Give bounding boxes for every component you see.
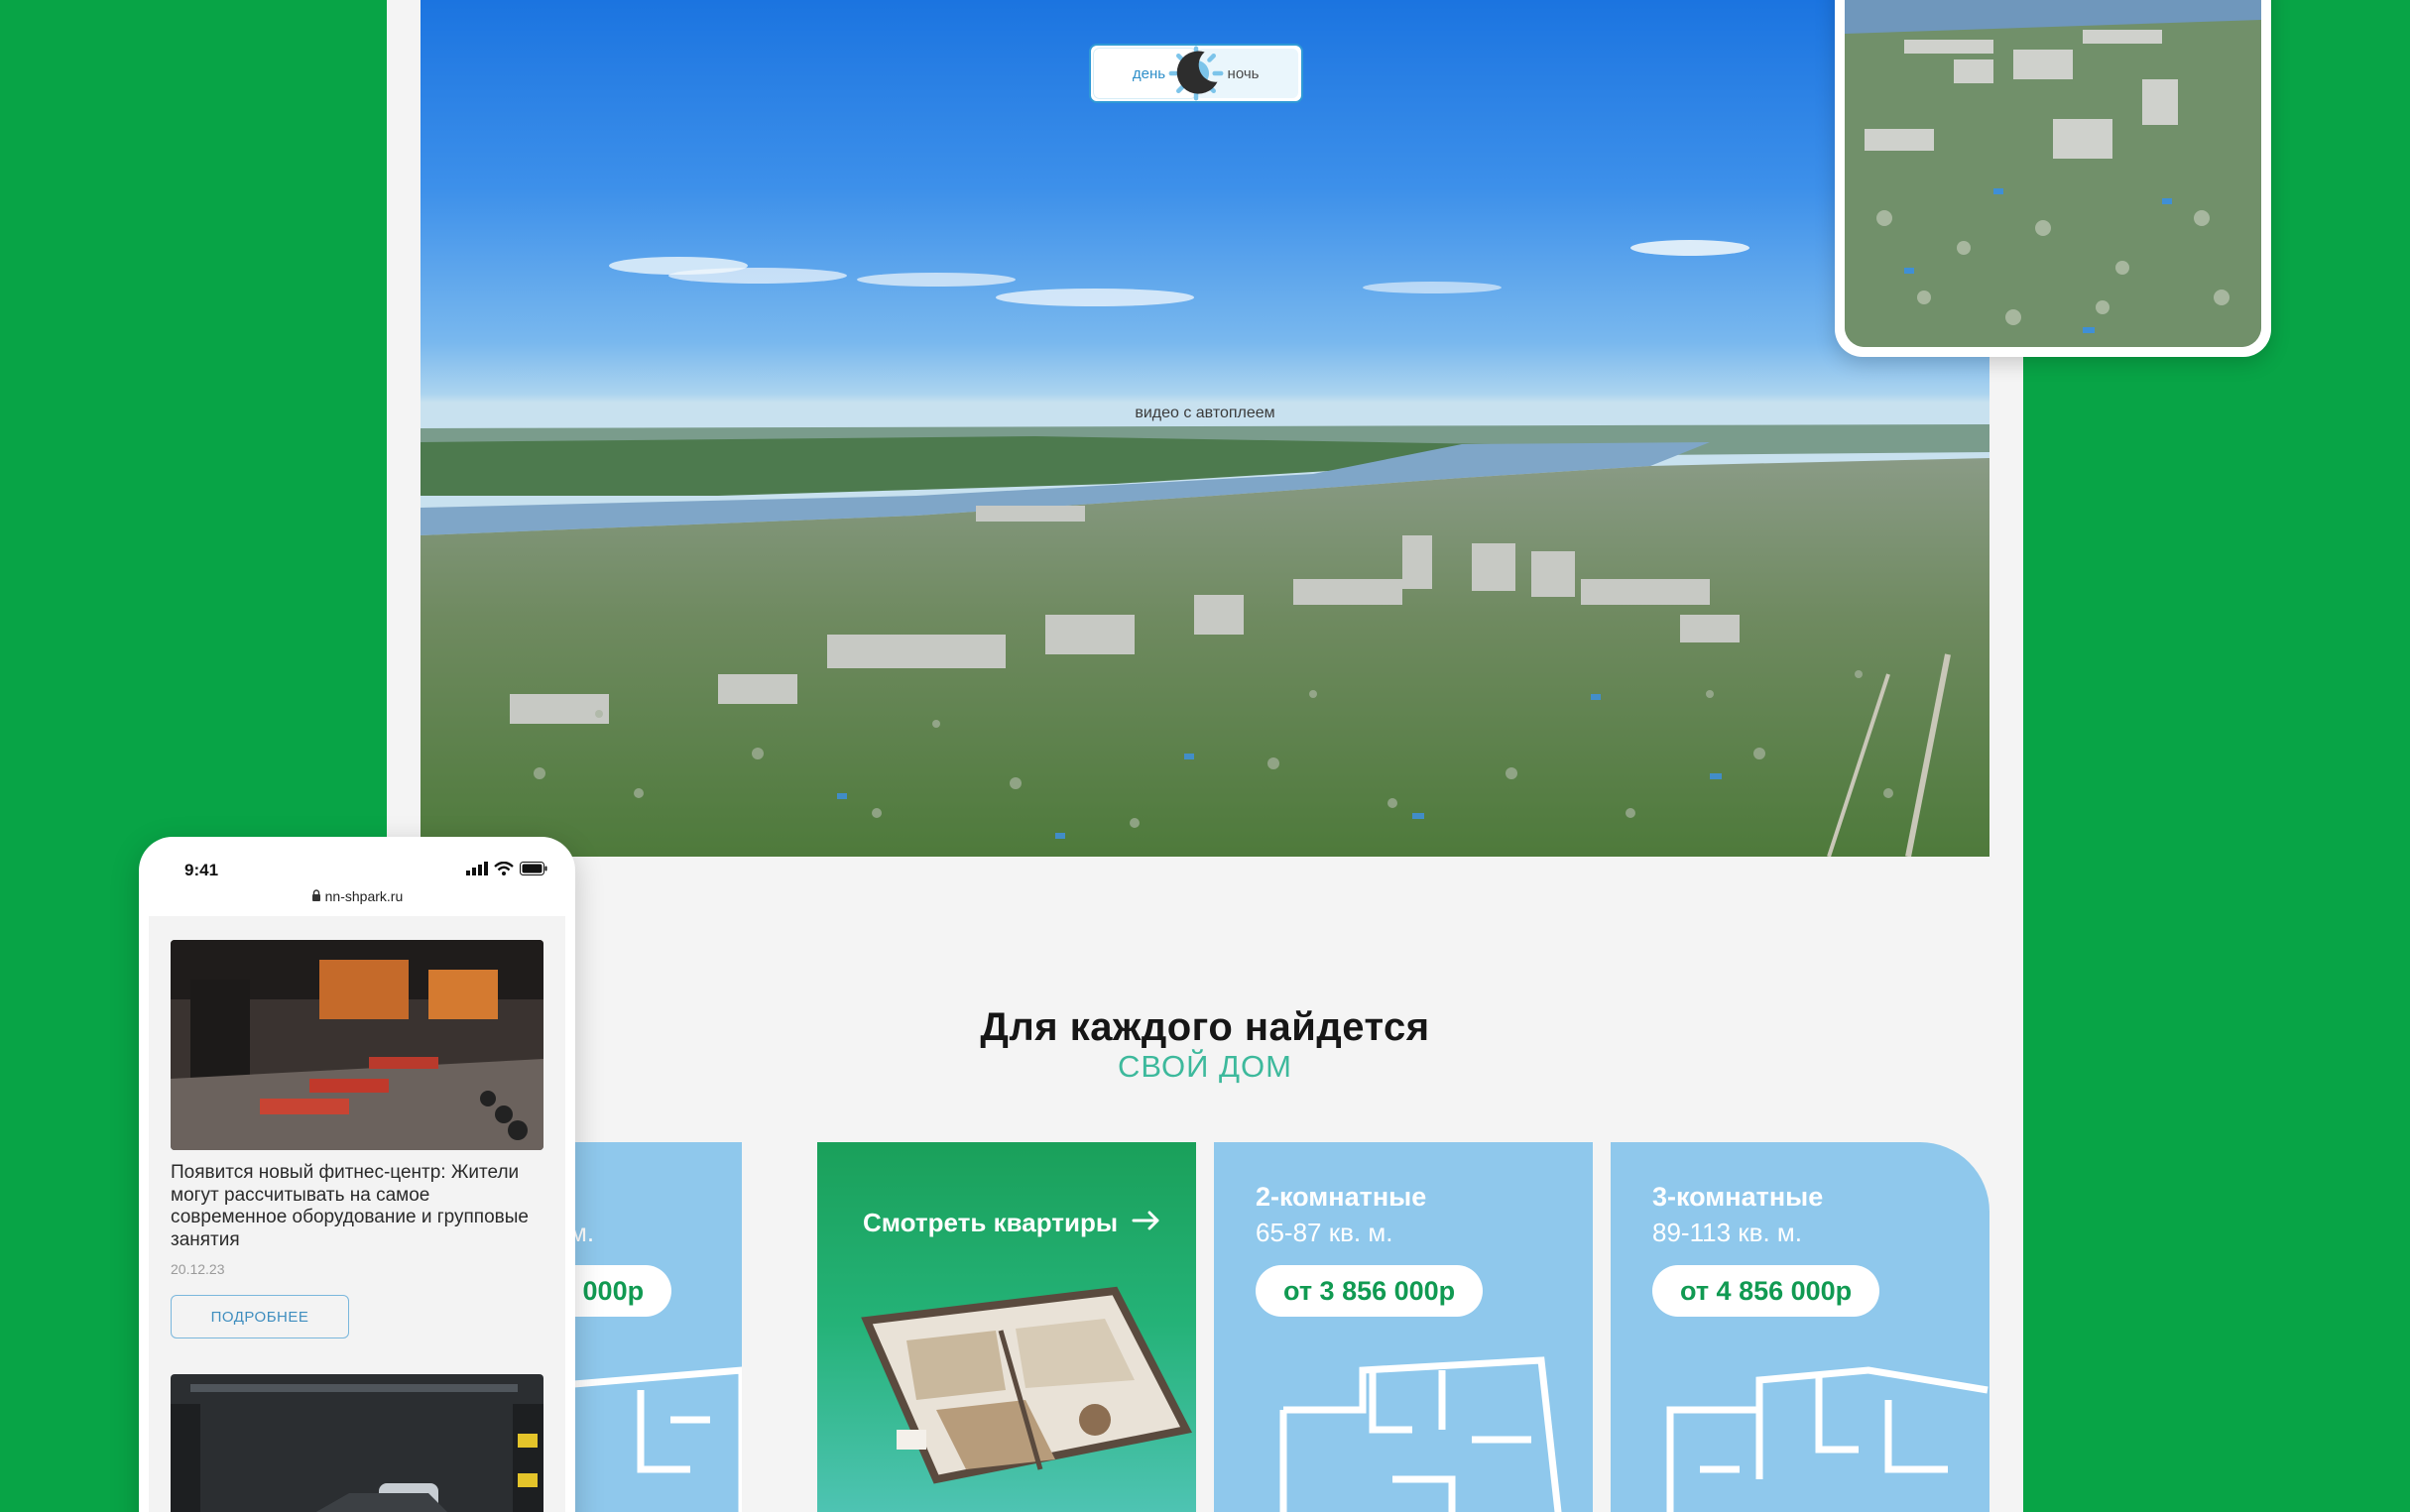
apartment-3d-plan-image [861,1286,1192,1484]
view-apartments-label: Смотреть квартиры [863,1208,1119,1237]
status-bar: 9:41 [184,861,547,882]
more-button[interactable]: ПОДРОБНЕЕ [171,1295,349,1338]
night-option[interactable]: ночь [1176,49,1298,98]
card-area: 65-87 кв. м. [1256,1218,1393,1247]
news-title[interactable]: Появится новый фитнес-центр: Жители могу… [171,1162,543,1251]
section-subheading: СВОЙ ДОМ [1118,1049,1292,1084]
news-date: 20.12.23 [171,1261,225,1277]
main-panel: день ночь видео с автоплеем Для каждого … [387,0,2023,1512]
view-apartments-button[interactable]: Смотреть квартиры [863,1208,1161,1238]
address-bar[interactable]: nn-shpark.ru [139,888,575,904]
card-price: от 3 856 000р [1256,1265,1484,1317]
arrow-right-icon [1132,1208,1161,1238]
day-night-toggle[interactable]: день ночь [1089,44,1303,103]
news-image-parking [171,1374,543,1512]
status-time: 9:41 [184,861,219,879]
floor-plan-image [1279,1356,1562,1512]
news-list: Появится новый фитнес-центр: Жители могу… [149,916,565,1512]
card-price: от 4 856 000р [1652,1265,1880,1317]
wifi-icon [494,861,514,880]
tablet-mockup [1835,0,2271,357]
tablet-aerial-image [1845,0,2261,347]
lock-icon [311,888,325,904]
card-title: 3-комнатные [1652,1182,1824,1212]
aerial-city-image [421,240,1989,857]
signal-icon [466,861,488,880]
battery-icon [520,861,547,880]
hero-caption: видео с автоплеем [1135,405,1275,421]
view-apartments-card[interactable]: Смотреть квартиры [817,1142,1196,1512]
apartment-card-2room[interactable]: 2-комнатные 65-87 кв. м. от 3 856 000р [1214,1142,1593,1512]
section-heading: Для каждого найдется [980,1005,1430,1049]
apartment-card-3room[interactable]: 3-комнатные 89-113 кв. м. от 4 856 000р [1611,1142,1989,1512]
card-title: 2-комнатные [1256,1182,1427,1212]
hero-video[interactable]: день ночь видео с автоплеем [421,0,1989,857]
url-text: nn-shpark.ru [324,888,404,904]
floor-plan-image [1666,1366,1988,1512]
phone-mockup: 9:41 nn-shpark.ru Появится новый фитнес-… [139,837,575,1512]
news-image-gym [171,940,543,1150]
card-area: 89-113 кв. м. [1652,1218,1802,1247]
